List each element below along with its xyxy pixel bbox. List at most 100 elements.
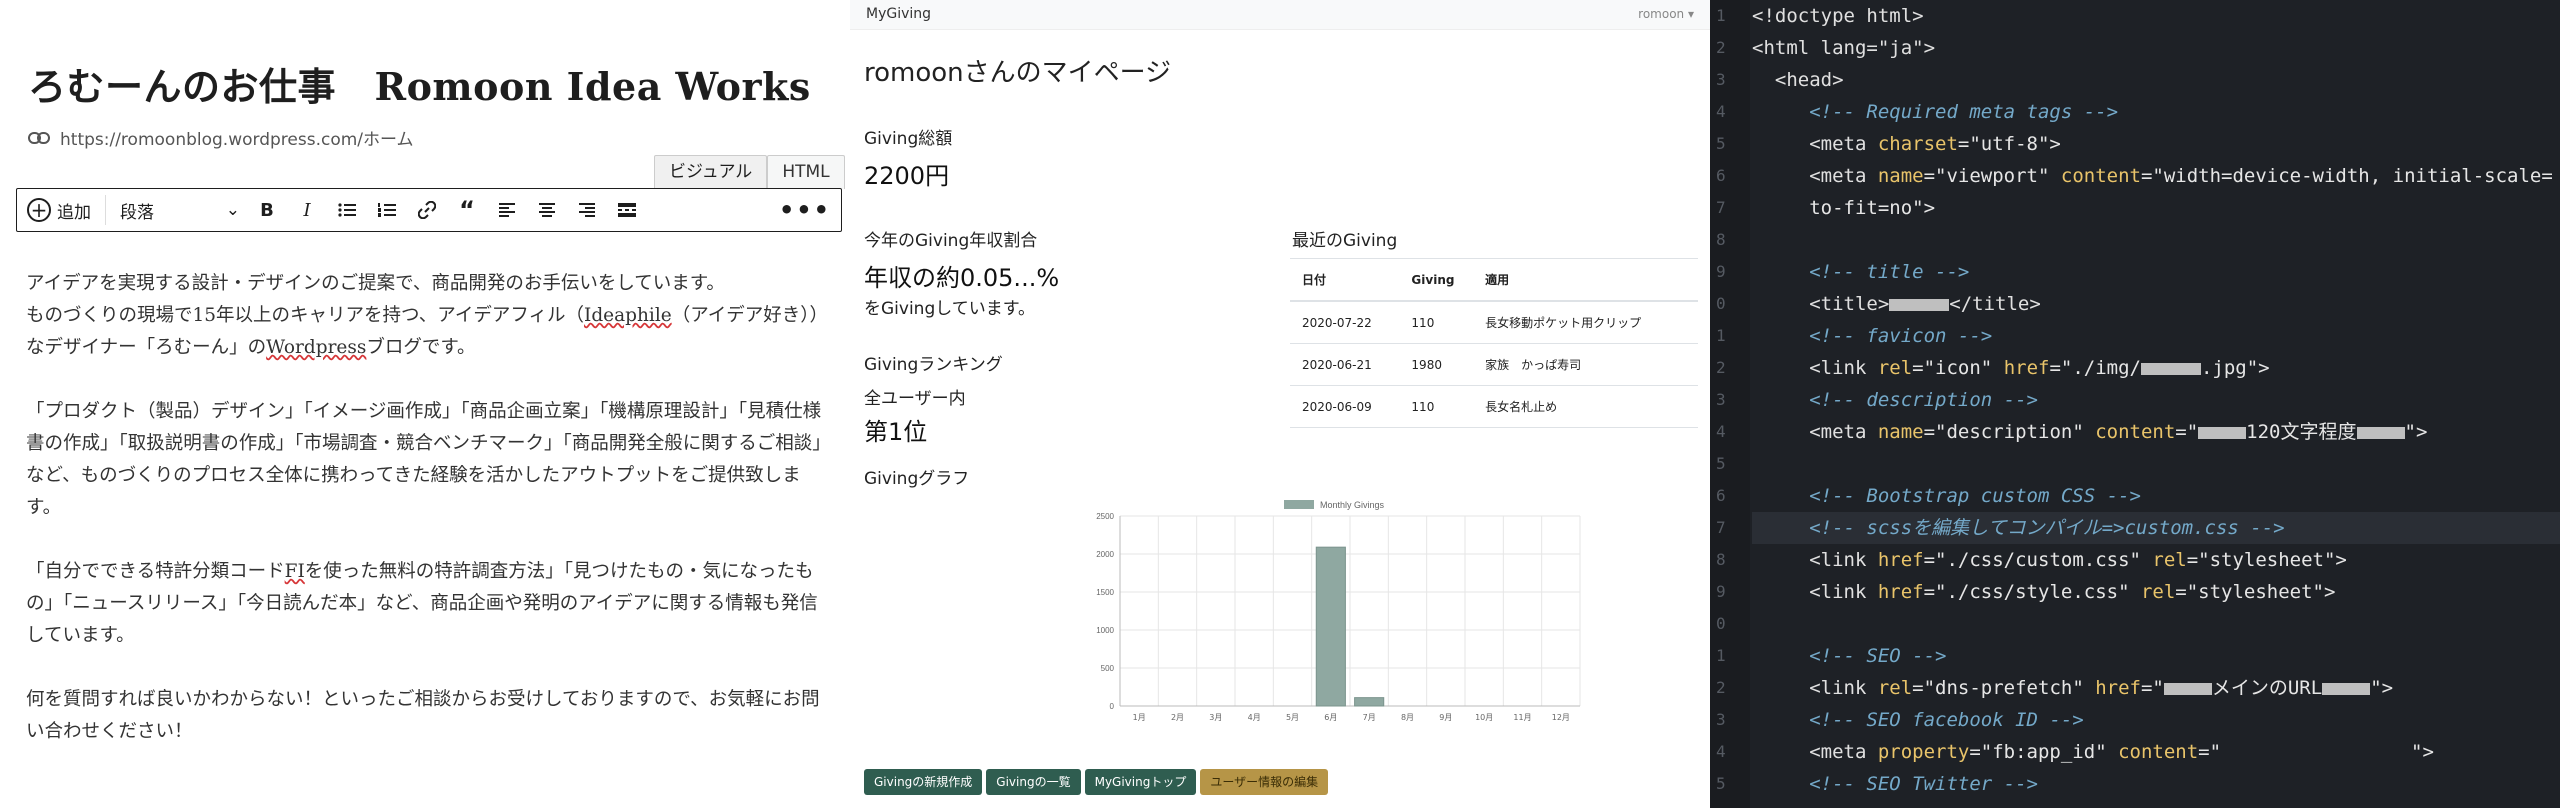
brand-link[interactable]: MyGiving <box>866 6 931 22</box>
line-number: 4 <box>1716 102 1726 121</box>
line-number: 9 <box>1716 582 1726 601</box>
read-more-icon <box>618 203 636 217</box>
code-line: <title> </title> <box>1809 293 2041 315</box>
permalink[interactable]: https://romoonblog.wordpress.com/ホーム <box>28 125 414 150</box>
redacted-block <box>2356 426 2405 439</box>
align-center-button[interactable] <box>530 193 564 227</box>
action-buttons: Givingの新規作成 Givingの一覧 MyGivingトップ ユーザー情報… <box>864 769 1332 795</box>
x-tick-label: 10月 <box>1475 713 1493 722</box>
tab-visual[interactable]: ビジュアル <box>654 155 768 189</box>
user-menu[interactable]: romoon ▾ <box>1638 7 1694 21</box>
code-line: <!-- Required meta tags --> <box>1809 101 2119 123</box>
code-line: <!-- title --> <box>1809 261 1970 283</box>
tab-html[interactable]: HTML <box>767 155 845 189</box>
align-right-icon <box>579 203 595 217</box>
read-more-button[interactable] <box>610 193 644 227</box>
align-right-button[interactable] <box>570 193 604 227</box>
more-options-icon[interactable]: ••• <box>779 196 831 224</box>
y-tick-label: 0 <box>1110 702 1115 711</box>
giving-list-button[interactable]: Givingの一覧 <box>986 769 1081 795</box>
numbered-list-button[interactable] <box>370 193 404 227</box>
link-icon <box>28 131 50 144</box>
total-label: Giving総額 <box>864 129 953 149</box>
line-number: 0 <box>1716 294 1726 313</box>
post-content[interactable]: アイデアを実現する設計・デザインのご提案で、商品開発のお手伝いをしています。 もの… <box>26 268 826 780</box>
code-line: <html lang="ja"> <box>1752 37 1936 59</box>
chain-link-icon <box>418 201 436 219</box>
line-number: 2 <box>1716 38 1726 57</box>
y-tick-label: 2000 <box>1096 550 1114 559</box>
line-number: 3 <box>1716 390 1726 409</box>
redacted-block <box>2198 426 2247 439</box>
legend-label: Monthly Givings <box>1320 500 1385 510</box>
x-tick-label: 12月 <box>1552 713 1570 722</box>
edit-user-button[interactable]: ユーザー情報の編集 <box>1200 769 1329 795</box>
code-line: <!-- favicon --> <box>1809 325 1993 347</box>
line-number: 1 <box>1716 6 1726 25</box>
bullet-list-button[interactable] <box>330 193 364 227</box>
y-tick-label: 1000 <box>1096 626 1114 635</box>
paragraph-2: 「プロダクト（製品）デザイン」「イメージ画作成」「商品企画立案」「機構原理設計」… <box>26 401 822 518</box>
code-line: <!-- description --> <box>1809 389 2038 411</box>
chevron-down-icon: ⌄ <box>225 200 240 220</box>
code-line: <!-- SEO --> <box>1809 645 1947 667</box>
mygiving-top-button[interactable]: MyGivingトップ <box>1084 769 1197 795</box>
cell-giving: 110 <box>1399 385 1474 428</box>
line-number: 2 <box>1716 358 1726 377</box>
add-block-button[interactable]: + 追加 <box>27 198 91 223</box>
code-line: <!-- SEO Twitter --> <box>1809 773 2038 795</box>
table-header-row: 日付 Giving 適用 <box>1290 258 1698 302</box>
add-label: 追加 <box>57 202 91 223</box>
total-value: 2200円 <box>864 162 950 190</box>
x-tick-label: 1月 <box>1133 713 1146 722</box>
permalink-url[interactable]: https://romoonblog.wordpress.com/ホーム <box>60 125 414 150</box>
cell-giving: 110 <box>1399 301 1474 344</box>
line-number: 1 <box>1716 326 1726 345</box>
code-line: <link href="./css/style.css" rel="styles… <box>1809 581 2336 603</box>
ratio-suffix: をGivingしています。 <box>864 299 1036 319</box>
code-editor[interactable]: 1 2 3 4 5 6 7 8 9 0 1 2 3 4 5 6 7 8 9 0 1 2 3 4 5 <!doctype html… <box>1710 0 2560 808</box>
navbar: MyGiving romoon ▾ <box>850 0 1710 30</box>
x-tick-label: 11月 <box>1513 713 1531 722</box>
table-row: 2020-06-21 1980 家族 かっぱ寿司 <box>1290 343 1698 386</box>
code-line: <meta name="description" content=" 120文字程… <box>1809 421 2428 443</box>
toolbar-divider <box>105 195 106 225</box>
cell-date: 2020-06-21 <box>1290 343 1400 386</box>
insert-link-button[interactable] <box>410 193 444 227</box>
col-note: 適用 <box>1473 258 1698 302</box>
x-tick-label: 6月 <box>1324 713 1337 722</box>
code-line: to-fit=no"> <box>1809 197 1936 219</box>
col-date: 日付 <box>1290 258 1400 302</box>
code-line: <meta name="viewport" content="width=dev… <box>1809 165 2553 187</box>
cell-note: 長女名札止め <box>1473 385 1698 428</box>
cell-date: 2020-07-22 <box>1290 301 1400 344</box>
post-title[interactable]: ろむーんのお仕事 Romoon Idea Works <box>28 56 811 111</box>
line-number: 4 <box>1716 422 1726 441</box>
x-tick-label: 4月 <box>1248 713 1261 722</box>
align-left-button[interactable] <box>490 193 524 227</box>
align-left-icon <box>499 203 515 217</box>
line-number: 2 <box>1716 678 1726 697</box>
code-line: <link rel="icon" href="./img/.jpg"> <box>1809 357 2270 379</box>
x-tick-label: 9月 <box>1439 713 1452 722</box>
ratio-label: 今年のGiving年収割合 <box>864 231 1038 251</box>
y-tick-label: 2500 <box>1096 512 1114 521</box>
col-giving: Giving <box>1399 258 1474 302</box>
table-row: 2020-07-22 110 長女移動ポケット用クリップ <box>1290 301 1698 344</box>
block-style-select[interactable]: 段落 ⌄ <box>120 198 240 223</box>
line-number: 5 <box>1716 134 1726 153</box>
giving-bar-chart: Monthly Givings 0 500 1000 1500 2000 2500 1月 2月 3… <box>1096 500 1581 722</box>
line-number: 1 <box>1716 646 1726 665</box>
bold-button[interactable]: B <box>250 193 284 227</box>
bold-icon: B <box>260 199 274 221</box>
x-tick-label: 3月 <box>1209 713 1222 722</box>
recent-giving-table: 日付 Giving 適用 2020-07-22 110 長女移動ポケット用クリッ… <box>1290 258 1698 428</box>
line-number: 7 <box>1716 518 1726 537</box>
italic-button[interactable]: I <box>290 193 324 227</box>
line-number: 7 <box>1716 198 1726 217</box>
block-style-value: 段落 <box>120 202 154 223</box>
ranking-value: 第1位 <box>864 418 928 446</box>
graph-label: Givingグラフ <box>864 469 970 489</box>
new-giving-button[interactable]: Givingの新規作成 <box>864 769 983 795</box>
blockquote-button[interactable]: “ <box>450 193 484 227</box>
